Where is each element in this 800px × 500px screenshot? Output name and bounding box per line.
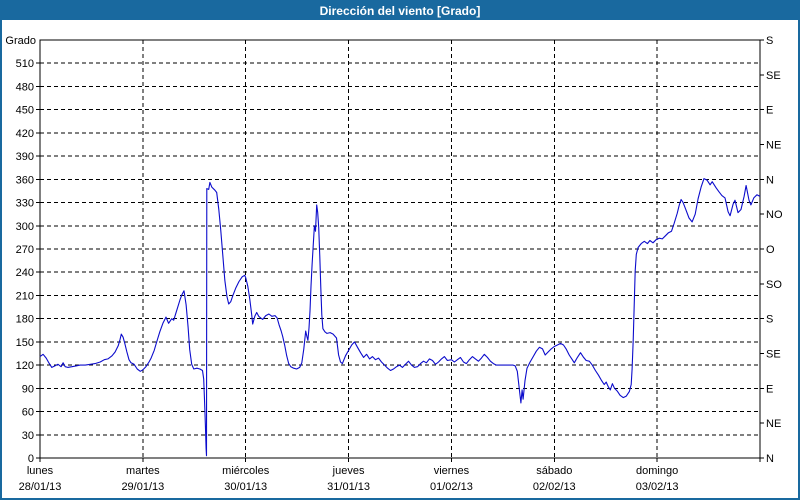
y-left-tick-label: 60 bbox=[22, 407, 34, 419]
x-axis-day-label: domingo bbox=[636, 465, 678, 477]
y-right-tick-label: E bbox=[766, 383, 773, 395]
y-right-tick-label: SO bbox=[766, 279, 782, 291]
x-axis-date-label: 02/02/13 bbox=[533, 481, 576, 493]
y-right-tick-label: NE bbox=[766, 140, 781, 152]
y-left-tick-label: 450 bbox=[16, 105, 34, 117]
y-left-tick-label: 180 bbox=[16, 314, 34, 326]
x-axis-date-label: 03/02/13 bbox=[636, 481, 679, 493]
x-axis-day-label: jueves bbox=[332, 465, 365, 477]
y-right-tick-label: S bbox=[766, 35, 773, 47]
chart-window: Dirección del viento [Grado] 0 30 60 90 120 1… bbox=[0, 0, 800, 500]
y-right-tick-label: O bbox=[766, 244, 775, 256]
y-axis-title: Grado bbox=[5, 35, 36, 47]
y-right-tick-label: NO bbox=[766, 209, 783, 221]
y-left-tick-label: 270 bbox=[16, 244, 34, 256]
x-axis-date-label: 29/01/13 bbox=[121, 481, 164, 493]
y-right-tick-label: SE bbox=[766, 349, 781, 361]
y-right-tick-label: N bbox=[766, 453, 774, 465]
x-axis-date-label: 01/02/13 bbox=[430, 481, 473, 493]
y-left-tick-label: 210 bbox=[16, 290, 34, 302]
wind-direction-chart: 0 30 60 90 120 150 180 210 240 270 300 330 360 390 420… bbox=[2, 2, 798, 498]
y-left-tick-label: 30 bbox=[22, 430, 34, 442]
y-right-tick-label: S bbox=[766, 314, 773, 326]
x-axis-date-label: 28/01/13 bbox=[19, 481, 62, 493]
y-left-tick-label: 510 bbox=[16, 58, 34, 70]
wind-direction-series-line bbox=[40, 179, 760, 456]
y-left-tick-label: 150 bbox=[16, 337, 34, 349]
y-left-tick-label: 300 bbox=[16, 221, 34, 233]
title-bar: Dirección del viento [Grado] bbox=[2, 2, 798, 20]
y-left-tick-label: 0 bbox=[28, 453, 34, 465]
y-left-tick-label: 90 bbox=[22, 383, 34, 395]
y-left-tick-label: 120 bbox=[16, 360, 34, 372]
y-left-tick-label: 480 bbox=[16, 81, 34, 93]
y-left-tick-label: 330 bbox=[16, 198, 34, 210]
x-axis-day-label: martes bbox=[126, 465, 160, 477]
y-left-tick-label: 240 bbox=[16, 267, 34, 279]
y-right-tick-label: SE bbox=[766, 70, 781, 82]
x-axis-day-label: sábado bbox=[536, 465, 572, 477]
x-axis-date-label: 30/01/13 bbox=[224, 481, 267, 493]
y-right-tick-label: N bbox=[766, 174, 774, 186]
y-right-tick-label: E bbox=[766, 105, 773, 117]
x-axis-day-label: miércoles bbox=[222, 465, 270, 477]
x-axis-day-label: lunes bbox=[27, 465, 54, 477]
y-left-tick-label: 390 bbox=[16, 151, 34, 163]
y-right-tick-label: NE bbox=[766, 418, 781, 430]
x-axis-date-label: 31/01/13 bbox=[327, 481, 370, 493]
y-left-tick-label: 360 bbox=[16, 174, 34, 186]
y-left-tick-label: 420 bbox=[16, 128, 34, 140]
x-axis-day-label: viernes bbox=[434, 465, 470, 477]
chart-title: Dirección del viento [Grado] bbox=[320, 4, 481, 18]
